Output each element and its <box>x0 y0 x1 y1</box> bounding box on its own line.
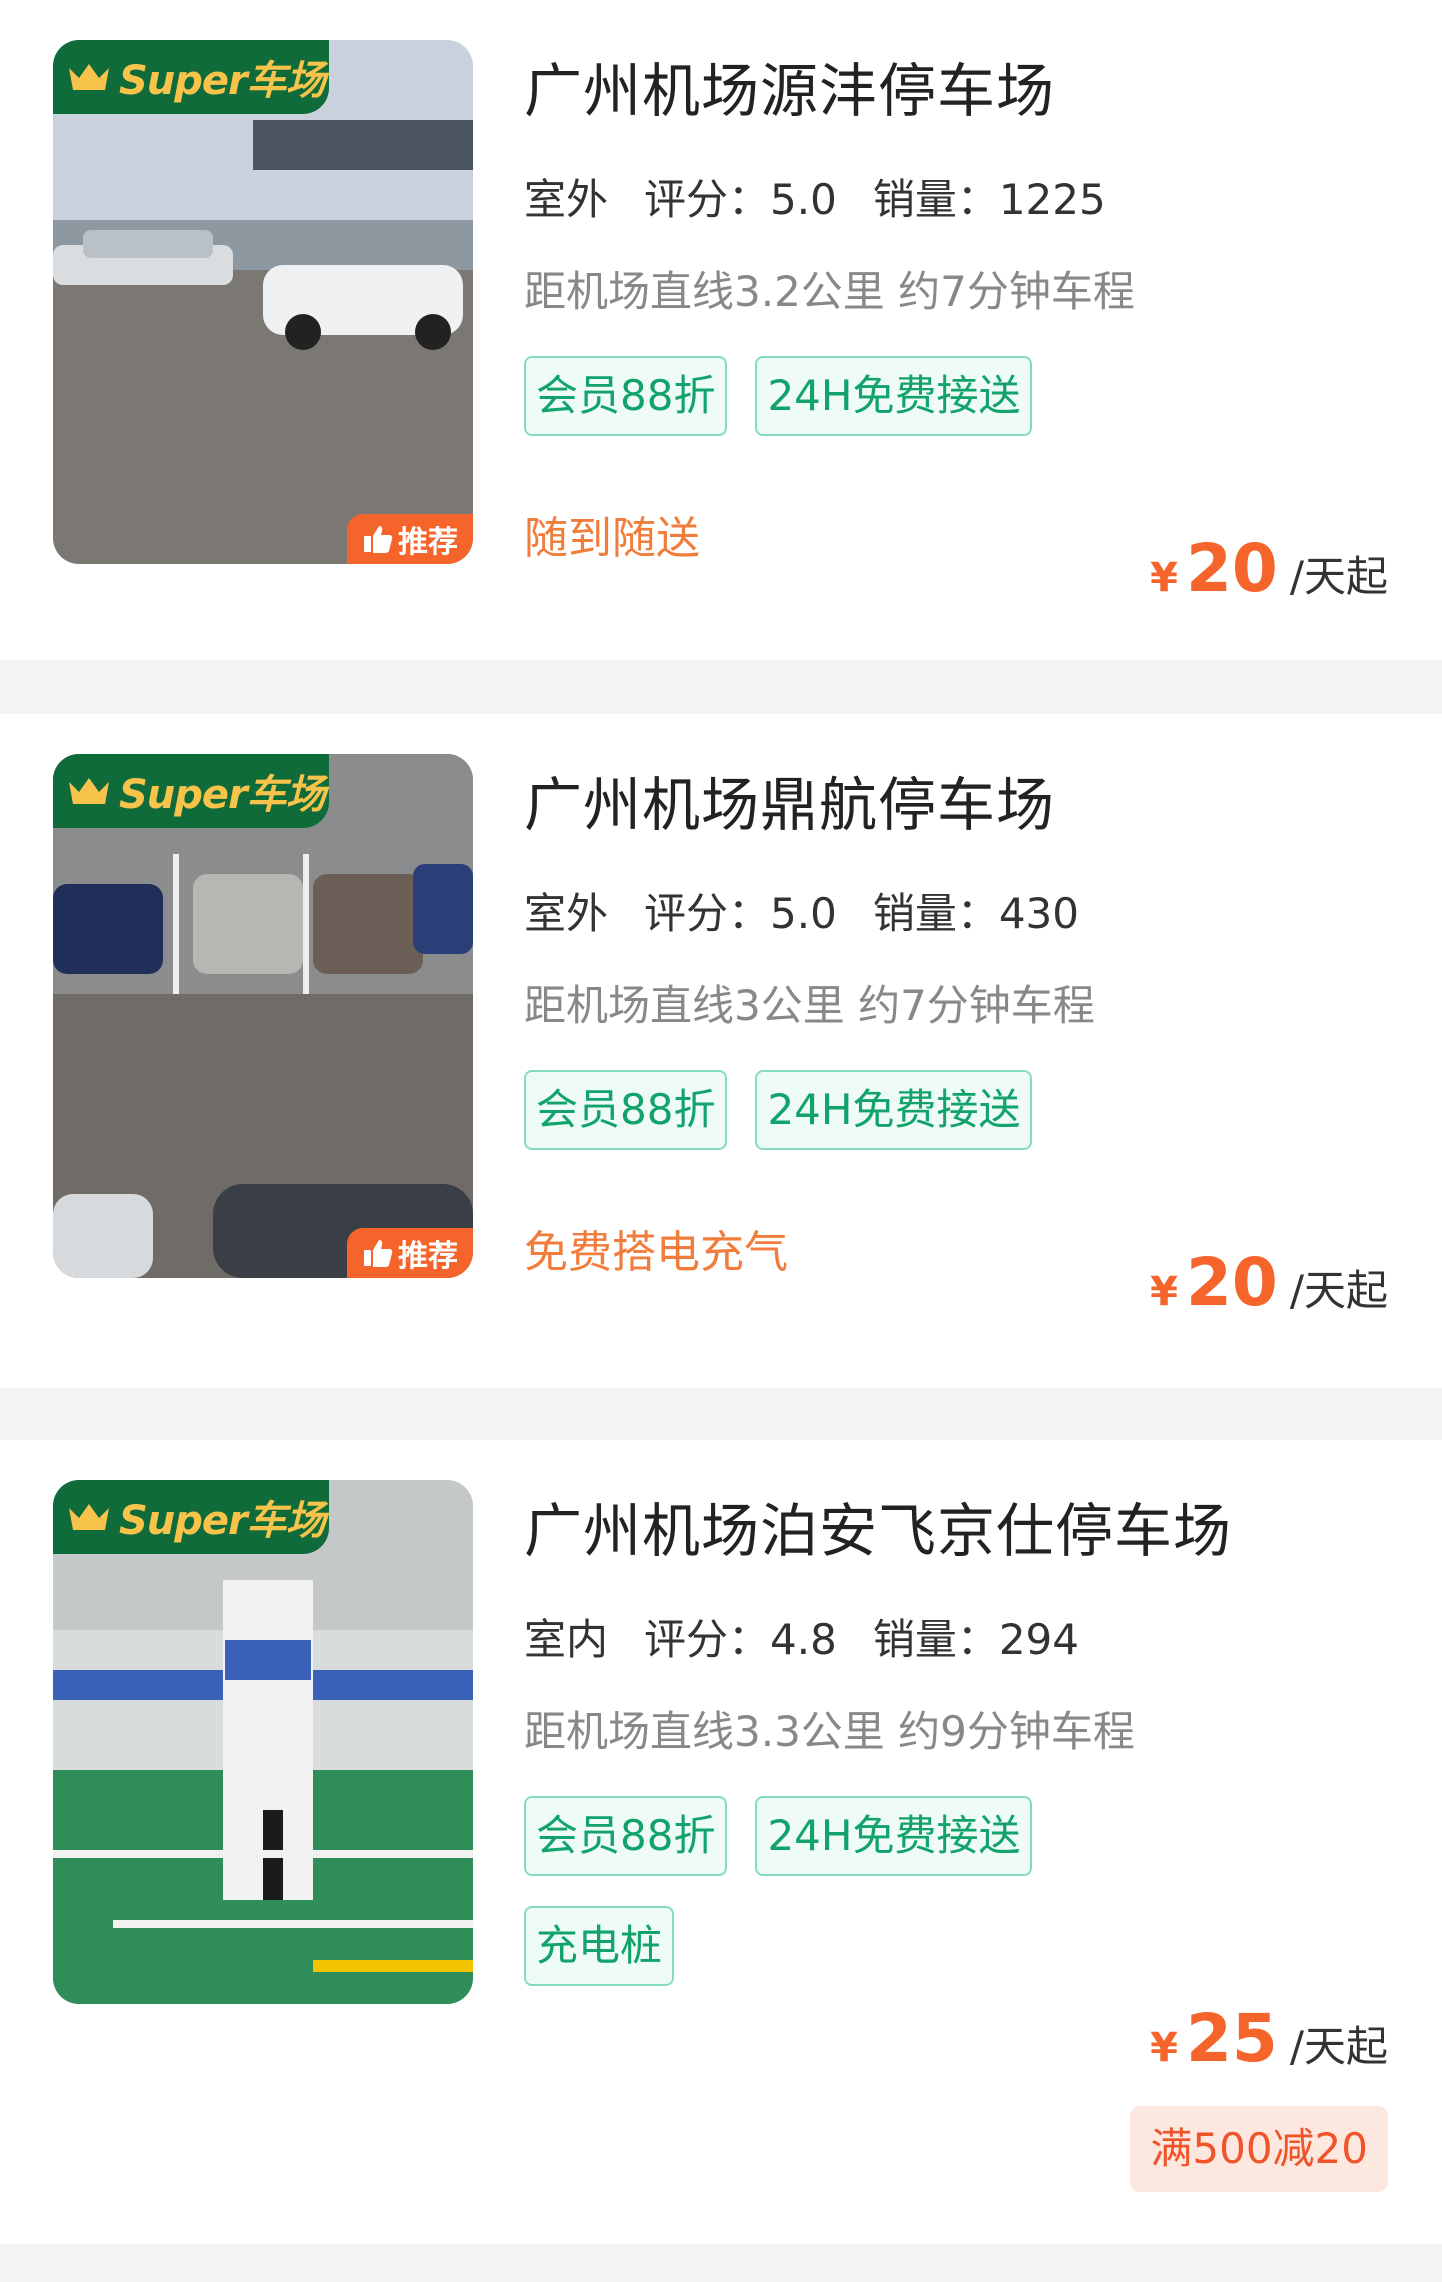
lot-name: 广州机场源沣停车场 <box>524 57 1056 125</box>
recommend-label: 推荐 <box>398 1239 458 1274</box>
price-symbol: ¥ <box>1150 2025 1178 2071</box>
tag-member-discount: 会员88折 <box>524 1796 728 1876</box>
lot-sales: 销量：430 <box>872 889 1079 938</box>
price-symbol: ¥ <box>1150 555 1178 601</box>
lot-type: 室外 <box>524 166 616 233</box>
lot-feature: 免费搭电充气 <box>524 1227 788 1278</box>
lot-meta: 室外 评分：5.0 销量：430 <box>524 880 1079 947</box>
lot-sales: 销量：1225 <box>872 175 1106 224</box>
lot-sales: 销量：294 <box>872 1615 1079 1664</box>
lot-meta: 室外 评分：5.0 销量：1225 <box>524 166 1106 233</box>
tag-member-discount: 会员88折 <box>524 1070 728 1150</box>
badge-label: Super车场 <box>119 58 326 104</box>
lot-tags: 会员88折 24H免费接送 充电桩 <box>524 1796 1084 2016</box>
lot-distance: 距机场直线3.2公里 约7分钟车程 <box>524 267 1135 316</box>
lot-rating: 评分：4.8 <box>644 1615 837 1664</box>
lot-rating: 评分：5.0 <box>644 889 837 938</box>
thumbs-up-icon <box>364 1240 393 1267</box>
lot-price: ¥ 20 /天起 <box>1150 530 1388 607</box>
tag-free-shuttle: 24H免费接送 <box>755 1070 1033 1150</box>
lot-price: ¥ 20 /天起 <box>1150 1244 1388 1321</box>
price-unit: /天起 <box>1289 2022 1388 2071</box>
outdoor-lot-photo-icon <box>53 754 473 1278</box>
price-symbol: ¥ <box>1150 1269 1178 1315</box>
parking-lot-card[interactable]: Super车场 推荐 广州机场源沣停车场 室外 评分：5.0 销量：1225 距… <box>0 0 1442 660</box>
price-value: 25 <box>1185 2000 1278 2077</box>
super-lot-badge: Super车场 <box>53 40 329 114</box>
lot-tags: 会员88折 24H免费接送 <box>524 1070 1084 1180</box>
lot-price: ¥ 25 /天起 <box>1150 2000 1388 2077</box>
parking-lot-card[interactable]: Super车场 广州机场泊安飞京仕停车场 室内 评分：4.8 销量：294 距机… <box>0 1440 1442 2244</box>
parking-lot-photo[interactable]: Super车场 推荐 <box>53 754 473 1278</box>
crown-icon <box>69 64 109 90</box>
price-unit: /天起 <box>1289 1266 1388 1315</box>
tag-free-shuttle: 24H免费接送 <box>755 1796 1033 1876</box>
list-bottom-divider <box>0 2244 1442 2282</box>
super-lot-badge: Super车场 <box>53 1480 329 1554</box>
lot-distance: 距机场直线3公里 约7分钟车程 <box>524 981 1095 1030</box>
tag-charging-pile: 充电桩 <box>524 1906 675 1986</box>
thumbs-up-icon <box>364 526 393 553</box>
lot-name: 广州机场泊安飞京仕停车场 <box>524 1497 1233 1565</box>
lot-meta: 室内 评分：4.8 销量：294 <box>524 1606 1079 1673</box>
lot-feature: 随到随送 <box>524 513 700 564</box>
tag-member-discount: 会员88折 <box>524 356 728 436</box>
badge-label: Super车场 <box>119 1498 326 1544</box>
tag-free-shuttle: 24H免费接送 <box>755 356 1033 436</box>
parking-lot-photo[interactable]: Super车场 推荐 <box>53 40 473 564</box>
outdoor-lot-photo-icon <box>53 40 473 564</box>
parking-lot-photo[interactable]: Super车场 <box>53 1480 473 2004</box>
recommend-label: 推荐 <box>398 525 458 560</box>
crown-icon <box>69 1504 109 1530</box>
lot-distance: 距机场直线3.3公里 约9分钟车程 <box>524 1707 1135 1756</box>
recommend-badge: 推荐 <box>347 1228 473 1278</box>
lot-type: 室外 <box>524 880 616 947</box>
lot-type: 室内 <box>524 1606 616 1673</box>
price-unit: /天起 <box>1289 552 1388 601</box>
super-lot-badge: Super车场 <box>53 754 329 828</box>
crown-icon <box>69 778 109 804</box>
parking-lot-card[interactable]: Super车场 推荐 广州机场鼎航停车场 室外 评分：5.0 销量：430 距机… <box>0 714 1442 1388</box>
price-value: 20 <box>1185 530 1278 607</box>
coupon-badge[interactable]: 满500减20 <box>1130 2106 1388 2192</box>
badge-label: Super车场 <box>119 772 326 818</box>
recommend-badge: 推荐 <box>347 514 473 564</box>
lot-name: 广州机场鼎航停车场 <box>524 771 1056 839</box>
lot-tags: 会员88折 24H免费接送 <box>524 356 1084 466</box>
indoor-garage-photo-icon <box>53 1480 473 2004</box>
price-value: 20 <box>1185 1244 1278 1321</box>
lot-rating: 评分：5.0 <box>644 175 837 224</box>
